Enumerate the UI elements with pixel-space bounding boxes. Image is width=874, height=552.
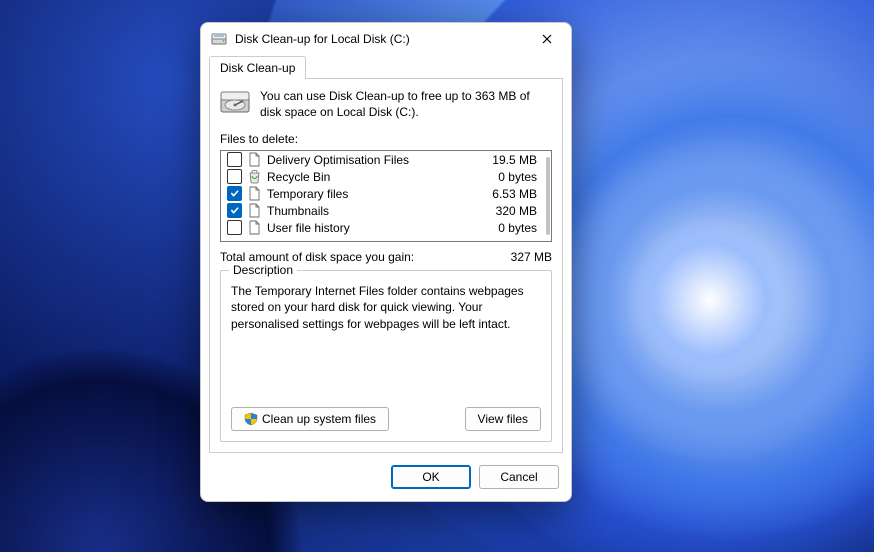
view-files-label: View files (478, 412, 528, 426)
checkbox[interactable] (227, 152, 242, 167)
total-label: Total amount of disk space you gain: (220, 250, 414, 264)
list-item[interactable]: Recycle Bin 0 bytes (221, 168, 543, 185)
clean-system-files-label: Clean up system files (262, 412, 376, 426)
intro-text: You can use Disk Clean-up to free up to … (260, 89, 552, 120)
disk-cleanup-icon (211, 31, 227, 47)
total-row: Total amount of disk space you gain: 327… (220, 250, 552, 264)
ok-button[interactable]: OK (391, 465, 471, 489)
list-item-label: Thumbnails (267, 204, 476, 218)
list-item[interactable]: User file history 0 bytes (221, 219, 543, 236)
list-item-size: 6.53 MB (482, 187, 537, 201)
cancel-label: Cancel (500, 470, 537, 484)
view-files-button[interactable]: View files (465, 407, 541, 431)
scrollbar[interactable] (546, 157, 550, 235)
recycle-bin-icon (248, 169, 261, 184)
list-item-label: User file history (267, 221, 476, 235)
tab-disk-cleanup[interactable]: Disk Clean-up (209, 56, 306, 79)
tab-content: You can use Disk Clean-up to free up to … (209, 78, 563, 453)
list-item-size: 0 bytes (482, 221, 537, 235)
list-item-size: 320 MB (482, 204, 537, 218)
desktop-wallpaper: Disk Clean-up for Local Disk (C:) Disk C… (0, 0, 874, 552)
description-legend: Description (229, 263, 297, 277)
list-item-label: Recycle Bin (267, 170, 476, 184)
cancel-button[interactable]: Cancel (479, 465, 559, 489)
checkbox[interactable] (227, 186, 242, 201)
list-item[interactable]: Thumbnails 320 MB (221, 202, 543, 219)
dialog-button-row: OK Cancel (201, 461, 571, 501)
checkbox[interactable] (227, 203, 242, 218)
list-item-size: 19.5 MB (482, 153, 537, 167)
file-icon (248, 203, 261, 218)
description-group: Description The Temporary Internet Files… (220, 270, 552, 442)
drive-icon (220, 89, 250, 115)
disk-cleanup-window: Disk Clean-up for Local Disk (C:) Disk C… (200, 22, 572, 502)
titlebar[interactable]: Disk Clean-up for Local Disk (C:) (201, 23, 571, 55)
list-item-label: Temporary files (267, 187, 476, 201)
list-item-label: Delivery Optimisation Files (267, 153, 476, 167)
window-title: Disk Clean-up for Local Disk (C:) (235, 32, 527, 46)
description-text: The Temporary Internet Files folder cont… (231, 283, 541, 399)
close-icon (542, 34, 552, 44)
file-icon (248, 152, 261, 167)
shield-icon (244, 412, 258, 426)
intro-block: You can use Disk Clean-up to free up to … (220, 89, 552, 120)
clean-system-files-button[interactable]: Clean up system files (231, 407, 389, 431)
close-button[interactable] (527, 25, 567, 53)
files-list[interactable]: Delivery Optimisation Files19.5 MBRecycl… (220, 150, 552, 242)
file-icon (248, 186, 261, 201)
checkbox[interactable] (227, 220, 242, 235)
checkbox[interactable] (227, 169, 242, 184)
files-to-delete-label: Files to delete: (220, 132, 552, 146)
list-item[interactable]: Delivery Optimisation Files 19.5 MB (221, 151, 543, 168)
tabstrip: Disk Clean-up (201, 55, 571, 78)
total-value: 327 MB (511, 250, 552, 264)
file-icon (248, 220, 261, 235)
tab-label: Disk Clean-up (220, 61, 295, 75)
list-item[interactable]: Temporary files 6.53 MB (221, 185, 543, 202)
list-item-size: 0 bytes (482, 170, 537, 184)
ok-label: OK (422, 470, 439, 484)
